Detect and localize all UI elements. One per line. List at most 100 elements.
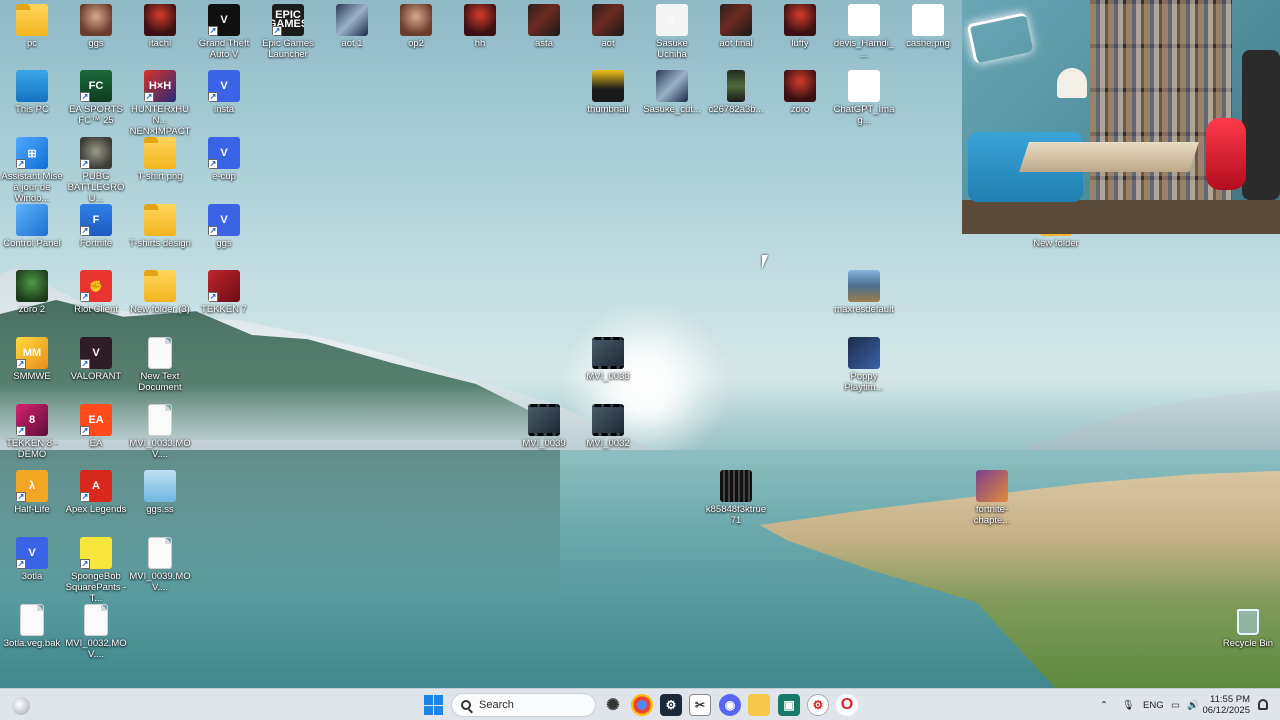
- start-tile: [434, 705, 443, 715]
- desktop-icon-botlaveg[interactable]: 3otla.veg.bak: [0, 600, 64, 666]
- desktop-icon-halflife[interactable]: λ ↗ Half-Life: [0, 466, 64, 532]
- screen-recorder-taskbar-icon[interactable]: ▣: [778, 694, 800, 716]
- microphone-icon[interactable]: 🎙: [1122, 689, 1134, 720]
- desktop-icon-label: ChatGPT_Imag...: [833, 104, 895, 126]
- desktop-icon-ea[interactable]: EA ↗ EA: [64, 400, 128, 466]
- desktop-icon-devis[interactable]: PDF devis_Hamdi_...: [832, 0, 896, 66]
- desktop-icon-mvi32mov[interactable]: MVI_0032.MOV....: [64, 600, 128, 666]
- desktop-icon-smmwe[interactable]: MM ↗ SMMWE: [0, 333, 64, 399]
- desktop-icon-zoro2[interactable]: zoro 2: [0, 266, 64, 332]
- start-button[interactable]: [424, 695, 444, 715]
- thispc-icon: [16, 70, 48, 102]
- desktop-icon-mvi32[interactable]: MVI_0032: [576, 400, 640, 466]
- shortcut-arrow-icon: ↗: [208, 26, 218, 36]
- language-indicator[interactable]: ENG: [1143, 689, 1164, 720]
- desktop-icon-aotfinal[interactable]: aot final: [704, 0, 768, 66]
- desktop-icon-pc[interactable]: pc: [0, 0, 64, 66]
- desktop-icon-label: 3otla.veg.bak: [3, 638, 61, 649]
- tray-overflow-chevron-icon[interactable]: ⌃: [1100, 689, 1108, 720]
- desktop-icon-recycle[interactable]: Recycle Bin: [1216, 600, 1280, 666]
- settings-taskbar-icon[interactable]: ⚙: [807, 694, 829, 716]
- desktop-icon-cashe[interactable]: ◎ cashe.png: [896, 0, 960, 66]
- clock-time: 11:55 PM: [1210, 694, 1250, 705]
- desktop-icon-assistant[interactable]: ⊞ ↗ Assistant Mise à jour de Windo...: [0, 133, 64, 204]
- desktop-icon-hunter[interactable]: H×H ↗ HUNTERxHUN... NEN×IMPACT: [128, 66, 192, 137]
- desktop-icon-pubg[interactable]: ↗ PUBG BATTLEGROU...: [64, 133, 128, 204]
- desktop-icon-tshirtpng[interactable]: T-shirt png: [128, 133, 192, 199]
- desktop-icon-tekken8[interactable]: 8 ↗ TEKKEN 8 - DEMO: [0, 400, 64, 466]
- desktop-icon-apex[interactable]: A ↗ Apex Legends: [64, 466, 128, 532]
- desktop-icon-thumbnail[interactable]: thumbnail: [576, 66, 640, 132]
- desktop-icon-tekken7[interactable]: ↗ TEKKEN 7: [192, 266, 256, 332]
- desktop-icon-label: New folder (3): [130, 304, 190, 315]
- desktop-icon-op2[interactable]: op2: [384, 0, 448, 66]
- notification-bell-icon[interactable]: [1258, 699, 1268, 710]
- desktop-icon-fortnite[interactable]: F ↗ Fortnite: [64, 200, 128, 266]
- chrome-taskbar-icon[interactable]: [631, 694, 653, 716]
- desktop-icon-aot[interactable]: aot: [576, 0, 640, 66]
- shortcut-arrow-icon: ↗: [16, 426, 26, 436]
- desktop-icon-gta[interactable]: V ↗ Grand Theft Auto V: [192, 0, 256, 66]
- widgets-icon[interactable]: [12, 697, 30, 715]
- steam-taskbar-icon[interactable]: ⚙: [660, 694, 682, 716]
- volume-icon[interactable]: 🔊: [1187, 689, 1199, 720]
- desktop-icon-control[interactable]: Control Panel: [0, 200, 64, 266]
- desktop-icon-ggs1[interactable]: ggs: [64, 0, 128, 66]
- desktop-icon-aot1[interactable]: aot 1: [320, 0, 384, 66]
- desktop-icon-asta[interactable]: asta: [512, 0, 576, 66]
- shortcut-arrow-icon: ↗: [208, 292, 218, 302]
- ea-glyph: EA: [88, 414, 104, 426]
- desktop-icon-mvi39[interactable]: MVI_0039: [512, 400, 576, 466]
- desktop-icon-chatgpt[interactable]: ⚔ ChatGPT_Imag...: [832, 66, 896, 132]
- desktop-icon-fc[interactable]: FC ↗ EA SPORTS FC™ 25: [64, 66, 128, 132]
- desktop-icon-sponge[interactable]: ↗ SpongeBob SquarePants - T...: [64, 533, 128, 604]
- desktop-icon-maxre[interactable]: maxresdefault: [832, 266, 896, 332]
- desktop-icon-valorant[interactable]: V ↗ VALORANT: [64, 333, 128, 399]
- desktop-icon-c2a[interactable]: c26782a3b...: [704, 66, 768, 132]
- smmwe-icon: MM ↗: [16, 337, 48, 369]
- desktop-icon-sasuke2[interactable]: Sasuke_cut...: [640, 66, 704, 132]
- chatgpt-taskbar-icon[interactable]: ✺: [602, 694, 624, 716]
- desktop-icon-ggs2[interactable]: V ↗ ggs: [192, 200, 256, 266]
- desktop-icon-mvi33[interactable]: MVI_0033: [576, 333, 640, 399]
- taskbar-search[interactable]: Search: [451, 693, 596, 717]
- desktop-icon-label: aot 1: [341, 38, 363, 49]
- shortcut-arrow-icon: ↗: [208, 92, 218, 102]
- desktop-icon-hh[interactable]: hh: [448, 0, 512, 66]
- desktop-icon-mvi33mov[interactable]: MVI_0033.MOV....: [128, 400, 192, 466]
- desktop-icon-thispc[interactable]: This PC: [0, 66, 64, 132]
- desktop-icon-itachi[interactable]: itachi: [128, 0, 192, 66]
- aot1-icon: [336, 4, 368, 36]
- opera-taskbar-icon[interactable]: O: [836, 694, 858, 716]
- clock[interactable]: 11:55 PM 06/12/2025: [1202, 694, 1250, 716]
- desktop-icon-luffy[interactable]: luffy: [768, 0, 832, 66]
- desktop-icon-riot[interactable]: ✊ ↗ Riot Client: [64, 266, 128, 332]
- desktop-icon-tshirtdesign[interactable]: T-shirts design: [128, 200, 192, 266]
- desktop-icon-newtext[interactable]: New Text Document: [128, 333, 192, 399]
- botla-glyph: V: [28, 547, 36, 559]
- desktop-icon-newfolder3[interactable]: New folder (3): [128, 266, 192, 332]
- desktop-icon-label: T-shirts design: [129, 238, 191, 249]
- snipping-tool-taskbar-icon[interactable]: ✂: [689, 694, 711, 716]
- desktop-icon-zoro[interactable]: zoro: [768, 66, 832, 132]
- desktop-icon-insta[interactable]: V ↗ insta: [192, 66, 256, 132]
- desktop-icon-fortnitechap[interactable]: fortnite-chapte...: [960, 466, 1024, 532]
- desktop-icon-label: Fortnite: [79, 238, 113, 249]
- desktop-icon-k85[interactable]: k85848f3ktrue71: [704, 466, 768, 532]
- desktop-icon-ecup[interactable]: V ↗ e-cup: [192, 133, 256, 199]
- desktop-icon-ggsimg[interactable]: ggs.ss: [128, 466, 192, 532]
- file-explorer-taskbar-icon[interactable]: [748, 694, 770, 716]
- mvi33-icon: [592, 337, 624, 369]
- desktop-icon-mvi39mov[interactable]: MVI_0039.MOV....: [128, 533, 192, 599]
- desktop-icon-botla[interactable]: V ↗ 3otla: [0, 533, 64, 599]
- desktop-icon-poppy[interactable]: Poppy Playtim...: [832, 333, 896, 399]
- recycle-bin-icon: [1237, 608, 1259, 635]
- desktop-icon-epic[interactable]: EPIC GAMES↗Epic Games Launcher: [256, 0, 320, 66]
- sasuke-glyph: ♆: [667, 14, 677, 26]
- desktop-icon-sasuke[interactable]: ♆ Sasuke Uchiha: [640, 0, 704, 66]
- tshirtpng-icon: [144, 137, 176, 169]
- mvi39-icon: [528, 404, 560, 436]
- network-icon[interactable]: ▭: [1171, 689, 1180, 720]
- discord-taskbar-icon[interactable]: ◉: [719, 694, 741, 716]
- ecup-glyph: V: [220, 147, 228, 159]
